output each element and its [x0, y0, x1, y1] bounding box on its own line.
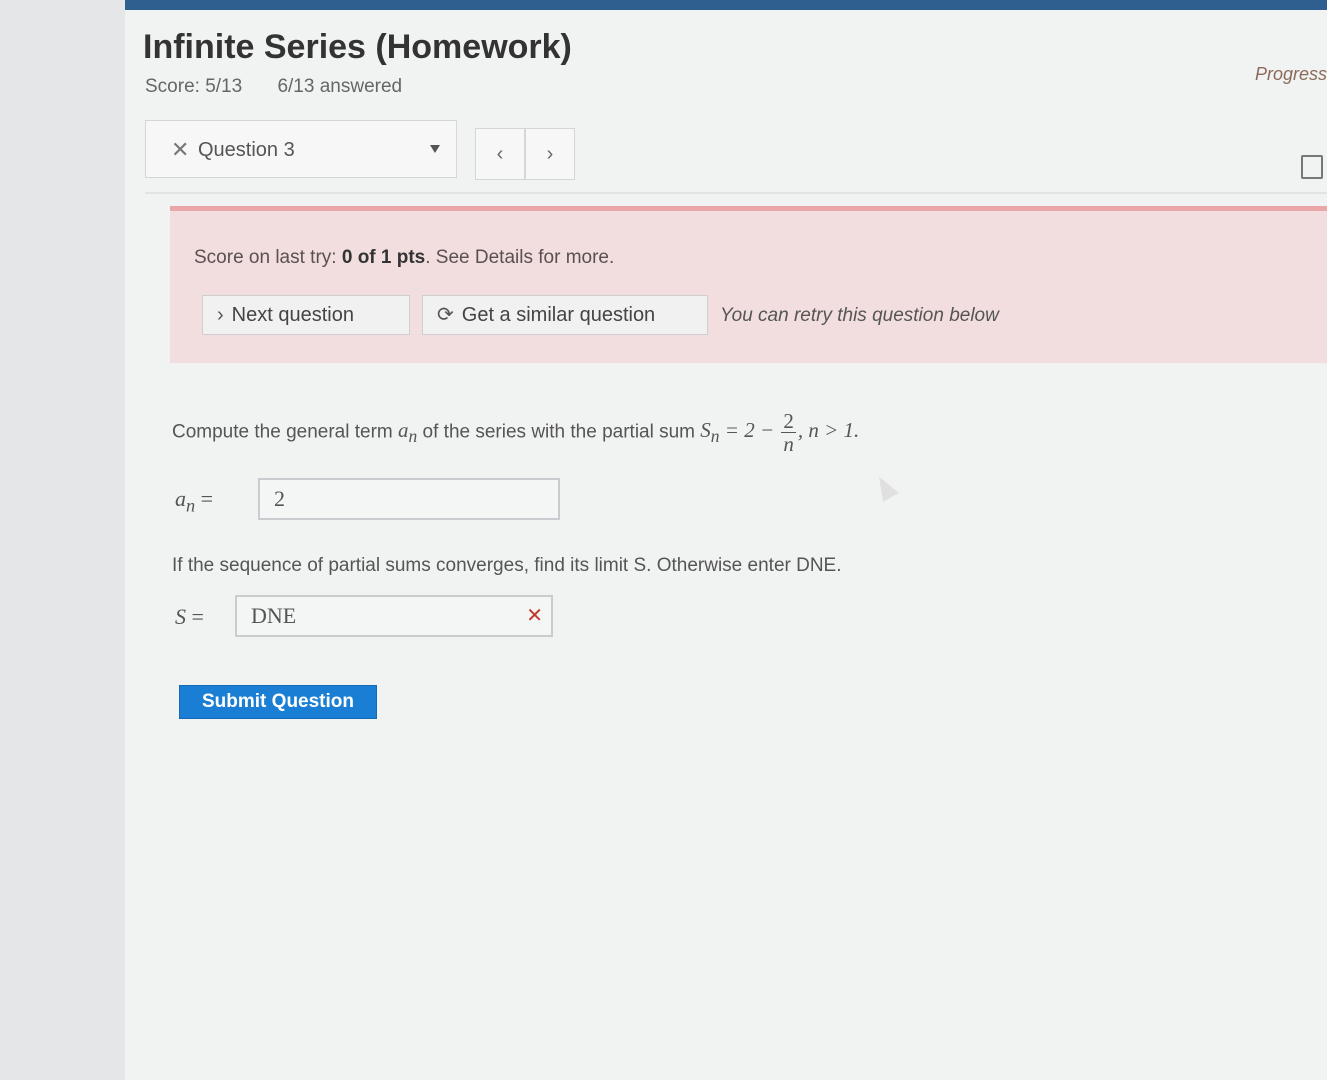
left-margin	[0, 0, 125, 1080]
chevron-right-icon: ›	[217, 304, 224, 326]
progress-link[interactable]: Progress	[1255, 64, 1327, 85]
divider	[145, 192, 1327, 194]
an-answer-value: 2	[274, 486, 285, 511]
top-bar	[125, 0, 1327, 10]
page-content: Infinite Series (Homework) Score: 5/13 6…	[125, 10, 1327, 1080]
last-try-score: Score on last try: 0 of 1 pts. See Detai…	[194, 247, 614, 269]
answered-count: 6/13 answered	[277, 76, 403, 97]
fraction: 2n	[781, 410, 796, 455]
chevron-down-icon	[430, 145, 440, 153]
an-answer-input[interactable]: 2	[258, 478, 560, 520]
sum-var: S	[700, 418, 711, 443]
retry-note: You can retry this question below	[720, 305, 999, 326]
fraction-numerator: 2	[781, 409, 796, 433]
sum-sub: n	[710, 426, 720, 447]
term-var: a	[398, 418, 409, 443]
incorrect-icon: ✕	[526, 605, 543, 627]
s-var: S	[175, 604, 186, 629]
question-select[interactable]: ✕ Question 3	[145, 120, 457, 178]
similar-question-label: Get a similar question	[461, 304, 656, 326]
limit-question: If the sequence of partial sums converge…	[172, 555, 842, 576]
sum-formula: Sn = 2 − 2n, n > 1.	[700, 410, 860, 455]
page-title: Infinite Series (Homework)	[143, 28, 572, 66]
an-eq: =	[195, 486, 214, 511]
answer-an-label: an =	[175, 486, 213, 516]
next-question-button[interactable]: › Next question	[202, 295, 410, 335]
previous-question-button[interactable]: ‹	[475, 128, 525, 180]
sum-eq-suffix: , n > 1.	[797, 418, 860, 443]
an-sub: n	[186, 495, 196, 516]
alert-suffix: . See Details for more.	[425, 247, 615, 268]
sum-eq-prefix: = 2 −	[719, 418, 780, 443]
s-eq: =	[186, 604, 204, 629]
question-select-label: Question 3	[198, 139, 295, 161]
next-question-label: Next question	[231, 304, 354, 326]
incorrect-icon: ✕	[171, 137, 190, 162]
submit-question-button[interactable]: Submit Question	[179, 685, 377, 719]
s-answer-value: DNE	[251, 603, 297, 628]
edit-icon[interactable]	[1301, 155, 1323, 179]
s-answer-input[interactable]: DNE ✕	[235, 595, 553, 637]
term-symbol: an	[398, 418, 417, 446]
fraction-denominator: n	[783, 432, 794, 456]
refresh-icon: ⟳	[437, 304, 454, 326]
problem-text-middle: of the series with the partial sum	[417, 421, 701, 443]
alert-score: 0 of 1 pts	[341, 247, 426, 268]
last-try-alert: Score on last try: 0 of 1 pts. See Detai…	[170, 206, 1327, 363]
an-var: a	[175, 486, 186, 511]
alert-prefix: Score on last try:	[194, 247, 342, 268]
term-sub: n	[408, 426, 418, 447]
next-question-arrow-button[interactable]: ›	[525, 128, 575, 180]
score-summary: Score: 5/13 6/13 answered	[145, 76, 432, 98]
answer-s-label: S =	[175, 604, 204, 630]
problem-text-before: Compute the general term	[172, 421, 399, 443]
score-text: Score: 5/13	[145, 76, 243, 97]
similar-question-button[interactable]: ⟳ Get a similar question	[422, 295, 708, 335]
problem-statement: Compute the general term an of the serie…	[172, 410, 859, 455]
